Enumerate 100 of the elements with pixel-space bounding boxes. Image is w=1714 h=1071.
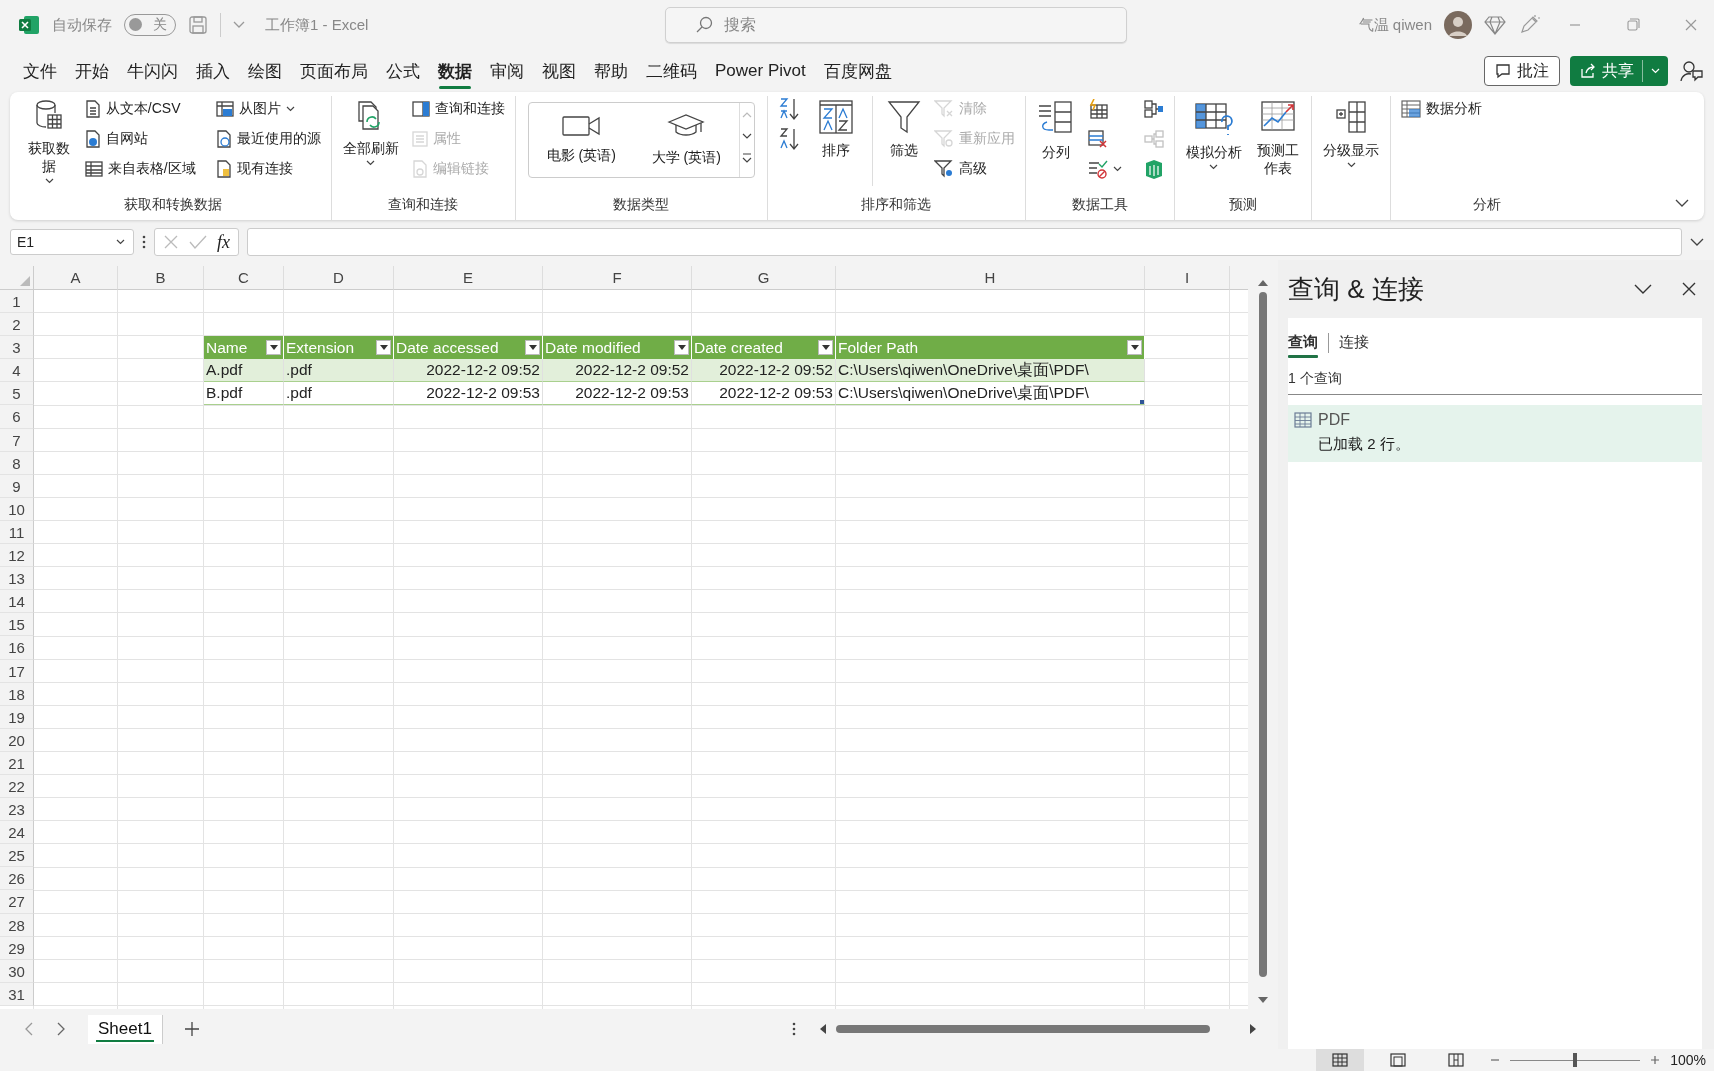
column-header[interactable]: D	[284, 266, 394, 290]
ribbon-button[interactable]: 数据分析	[1399, 96, 1485, 121]
row-header[interactable]: 10	[0, 497, 34, 521]
pane-tab[interactable]: 连接	[1339, 328, 1369, 358]
zoom-slider-thumb[interactable]	[1573, 1053, 1578, 1067]
menu-tab[interactable]: 二维码	[637, 53, 706, 89]
filter-dropdown-button[interactable]	[1127, 340, 1142, 356]
ribbon-button[interactable]: 排序	[813, 96, 858, 186]
previous-sheet-icon[interactable]	[24, 1022, 34, 1036]
more-options-icon[interactable]	[792, 1022, 796, 1036]
menu-tab[interactable]: 插入	[187, 53, 239, 89]
data-type-button[interactable]: 电影 (英语)	[528, 103, 634, 177]
scroll-left-icon[interactable]	[818, 1023, 828, 1035]
row-header[interactable]: 1	[0, 290, 34, 314]
ribbon-button[interactable]: 自网站	[82, 126, 198, 151]
menu-tab[interactable]: 数据	[429, 53, 481, 89]
filter-dropdown-button[interactable]	[525, 340, 540, 356]
row-header[interactable]: 30	[0, 959, 34, 983]
menu-tab[interactable]: 文件	[14, 53, 66, 89]
column-header[interactable]: I	[1145, 266, 1230, 290]
row-header[interactable]: 24	[0, 821, 34, 845]
filter-dropdown-button[interactable]	[674, 340, 689, 356]
collapse-ribbon-icon[interactable]	[1674, 198, 1690, 208]
scroll-right-icon[interactable]	[1248, 1023, 1258, 1035]
ribbon-button[interactable]: 现有连接	[213, 156, 323, 181]
row-header[interactable]: 18	[0, 682, 34, 706]
zoom-in-icon[interactable]	[1650, 1055, 1661, 1065]
filter-dropdown-button[interactable]	[376, 340, 391, 356]
chevron-down-icon[interactable]	[1634, 283, 1652, 295]
row-header[interactable]: 4	[0, 359, 34, 383]
expand-formula-icon[interactable]	[1690, 237, 1704, 247]
row-header[interactable]: 7	[0, 428, 34, 452]
row-header[interactable]: 12	[0, 544, 34, 568]
row-header[interactable]: 31	[0, 982, 34, 1006]
ribbon-button[interactable]: 全部刷新	[339, 96, 402, 186]
menu-tab[interactable]: 公式	[377, 53, 429, 89]
ribbon-button[interactable]: 分列	[1033, 96, 1078, 186]
row-header[interactable]: 8	[0, 451, 34, 475]
row-header[interactable]: 29	[0, 936, 34, 960]
menu-tab[interactable]: 百度网盘	[814, 53, 901, 89]
row-header[interactable]: 26	[0, 867, 34, 891]
row-header[interactable]: 14	[0, 590, 34, 614]
insert-function-button[interactable]: fx	[217, 231, 230, 253]
data-type-button[interactable]: 大学 (英语)	[633, 103, 739, 177]
row-header[interactable]: 17	[0, 659, 34, 683]
add-sheet-icon[interactable]	[184, 1022, 199, 1036]
row-header[interactable]: 23	[0, 798, 34, 822]
column-header[interactable]: F	[543, 266, 692, 290]
avatar-icon[interactable]	[1444, 11, 1472, 39]
column-header[interactable]: H	[836, 266, 1145, 290]
ribbon-button[interactable]: 从图片	[213, 96, 323, 121]
ribbon-button[interactable]: 筛选	[871, 96, 924, 186]
menu-tab[interactable]: 帮助	[585, 53, 637, 89]
ribbon-button[interactable]: 查询和连接	[409, 96, 507, 121]
column-header[interactable]: B	[118, 266, 204, 290]
normal-view-button[interactable]	[1316, 1049, 1365, 1071]
diamond-icon[interactable]	[1484, 15, 1506, 35]
menu-tab[interactable]: 视图	[533, 53, 585, 89]
scroll-down-icon[interactable]	[1257, 995, 1269, 1005]
more-options-icon[interactable]	[142, 235, 146, 249]
row-header[interactable]: 25	[0, 844, 34, 868]
resize-handle[interactable]	[1140, 400, 1144, 405]
menu-tab[interactable]: 牛闪闪	[118, 53, 187, 89]
ribbon-button[interactable]: 来自表格/区域	[82, 156, 198, 181]
menu-tab[interactable]: 审阅	[481, 53, 533, 89]
filter-dropdown-button[interactable]	[818, 340, 833, 356]
ribbon-button[interactable]: 获取数据	[24, 96, 75, 186]
row-header[interactable]: 28	[0, 913, 34, 937]
scroll-thumb[interactable]	[836, 1025, 1210, 1033]
coauthor-icon[interactable]	[1680, 59, 1704, 83]
ribbon-button[interactable]: 预测工作表	[1252, 96, 1304, 186]
column-header[interactable]: E	[394, 266, 543, 290]
pen-icon[interactable]	[1518, 14, 1540, 36]
search-field[interactable]: 搜索	[665, 7, 1128, 43]
row-header[interactable]: 21	[0, 751, 34, 775]
menu-tab[interactable]: 绘图	[239, 53, 291, 89]
query-item[interactable]: PDF 已加载 2 行。	[1288, 405, 1702, 462]
row-header[interactable]: 27	[0, 890, 34, 914]
comments-button[interactable]: 批注	[1484, 56, 1560, 86]
filter-dropdown-button[interactable]	[266, 340, 281, 356]
customize-caret-icon[interactable]	[233, 21, 245, 29]
row-header[interactable]: 9	[0, 474, 34, 498]
ribbon-button[interactable]: 分级显示	[1320, 96, 1383, 186]
ribbon-button[interactable]: 从文本/CSV	[82, 96, 198, 121]
row-header[interactable]: 20	[0, 728, 34, 752]
ribbon-button[interactable]: 模拟分析	[1182, 96, 1245, 186]
column-header[interactable]: C	[204, 266, 284, 290]
row-header[interactable]: 11	[0, 520, 34, 545]
row-header[interactable]: 19	[0, 705, 34, 729]
share-button[interactable]: 共享	[1570, 56, 1668, 86]
pane-tab[interactable]: 查询	[1288, 328, 1318, 358]
column-header[interactable]: G	[692, 266, 836, 290]
ribbon-button[interactable]: 最近使用的源	[213, 126, 323, 151]
name-box[interactable]: E1	[10, 229, 134, 255]
scroll-thumb[interactable]	[1259, 292, 1267, 977]
row-header[interactable]: 13	[0, 567, 34, 591]
close-icon[interactable]	[1682, 282, 1696, 296]
menu-tab[interactable]: Power Pivot	[706, 55, 815, 87]
next-sheet-icon[interactable]	[56, 1022, 66, 1036]
ribbon-button[interactable]: 高级	[931, 156, 1017, 181]
